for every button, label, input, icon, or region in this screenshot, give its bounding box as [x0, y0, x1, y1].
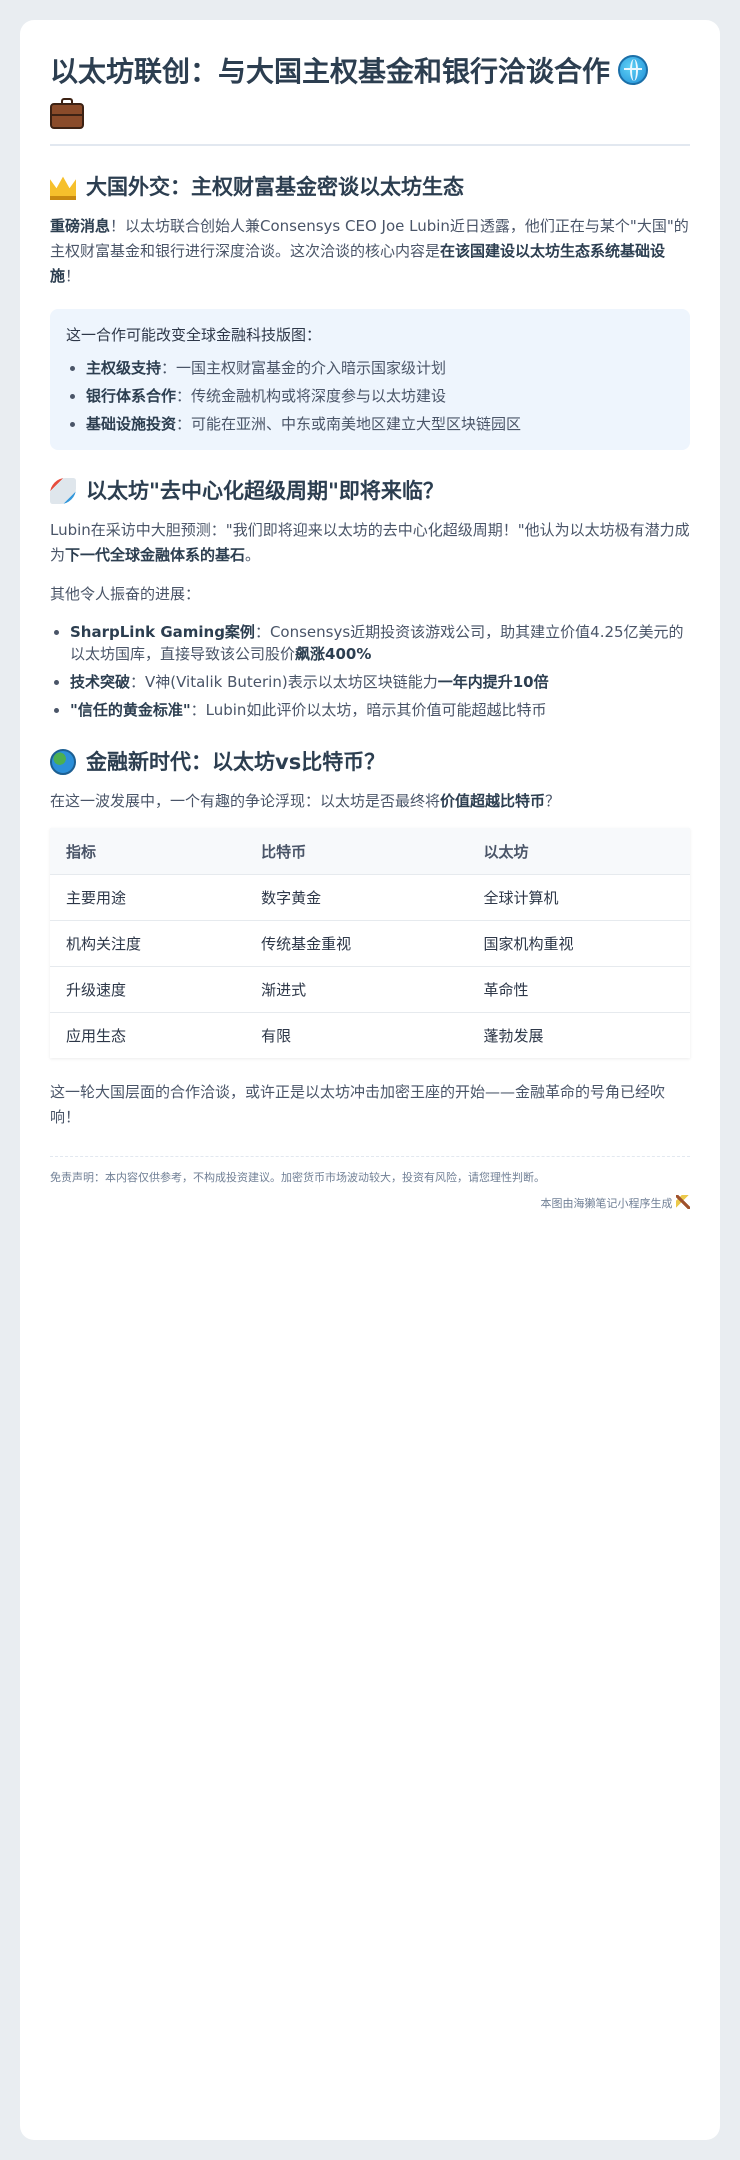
section-heading-text: 以太坊"去中心化超级周期"即将来临？ [86, 479, 444, 503]
bold-text: SharpLink Gaming案例 [70, 623, 255, 641]
list-item: 银行体系合作：传统金融机构或将深度参与以太坊建设 [86, 382, 674, 410]
rocket-icon [50, 478, 76, 504]
list-item: 技术突破：V神(Vitalik Buterin)表示以太坊区块链能力一年内提升1… [70, 671, 690, 693]
bold-text: 主权级支持 [86, 359, 162, 377]
table-row: 机构关注度 传统基金重视 国家机构重视 [50, 920, 690, 967]
list-item: SharpLink Gaming案例：Consensys近期投资该游戏公司，助其… [70, 621, 690, 665]
section-heading-text: 大国外交：主权财富基金密谈以太坊生态 [86, 175, 464, 199]
section-heading-text: 金融新时代：以太坊vs比特币？ [86, 750, 386, 774]
list-item: 基础设施投资：可能在亚洲、中东或南美地区建立大型区块链园区 [86, 410, 674, 438]
closing-paragraph: 这一轮大国层面的合作洽谈，或许正是以太坊冲击加密王座的开始——金融革命的号角已经… [50, 1083, 666, 1126]
progress-lead: 其他令人振奋的进展： [50, 585, 201, 603]
paragraph-text: 。 [245, 546, 261, 564]
table-cell: 应用生态 [50, 1012, 246, 1058]
page-title: 以太坊联创：与大国主权基金和银行洽谈合作 [50, 50, 690, 146]
table-header-cell: 指标 [50, 828, 246, 875]
progress-list: SharpLink Gaming案例：Consensys近期投资该游戏公司，助其… [50, 621, 690, 721]
table-cell: 渐进式 [245, 966, 468, 1013]
bold-text: 技术突破 [70, 673, 131, 691]
paragraph-text: 在这一波发展中，一个有趣的争论浮现：以太坊是否最终将 [50, 792, 441, 810]
bold-text: 价值超越比特币 [440, 792, 546, 810]
globe-icon [618, 55, 649, 85]
table-cell: 有限 [245, 1012, 468, 1058]
bold-text: 银行体系合作 [86, 387, 177, 405]
table-cell: 传统基金重视 [245, 920, 468, 967]
bold-text: 飙涨400% [295, 645, 372, 663]
earth-icon [50, 749, 76, 775]
bold-text: "信任的黄金标准" [70, 701, 191, 719]
table-row: 主要用途 数字黄金 全球计算机 [50, 874, 690, 921]
table-cell: 国家机构重视 [467, 920, 690, 967]
table-header-row: 指标 比特币 以太坊 [50, 828, 690, 875]
table-cell: 机构关注度 [50, 920, 246, 967]
comparison-paragraph: 在这一波发展中，一个有趣的争论浮现：以太坊是否最终将价值超越比特币？ [50, 789, 690, 814]
comparison-table: 指标 比特币 以太坊 主要用途 数字黄金 全球计算机 机构关注度 传统基金重视 … [50, 828, 690, 1058]
bold-text: 一年内提升10倍 [437, 673, 549, 691]
intro-paragraph: 重磅消息！以太坊联合创始人兼Consensys CEO Joe Lubin近日透… [50, 214, 690, 289]
page-title-text: 以太坊联创：与大国主权基金和银行洽谈合作 [50, 55, 611, 88]
table-row: 升级速度 渐进式 革命性 [50, 966, 690, 1013]
crown-icon [50, 176, 76, 200]
bold-text: 重磅消息 [50, 217, 111, 235]
highlight-callout: 这一合作可能改变全球金融科技版图： 主权级支持：一国主权财富基金的介入暗示国家级… [50, 309, 690, 450]
briefcase-icon [50, 98, 84, 129]
generated-by-note: 本图由海獭笔记小程序生成 [50, 1195, 690, 1211]
callout-lead: 这一合作可能改变全球金融科技版图： [66, 326, 322, 344]
supercycle-paragraph: Lubin在采访中大胆预测："我们即将迎来以太坊的去中心化超级周期！"他认为以太… [50, 518, 690, 568]
bold-text: 下一代全球金融体系的基石 [65, 546, 246, 564]
list-item: 主权级支持：一国主权财富基金的介入暗示国家级计划 [86, 354, 674, 382]
list-item: "信任的黄金标准"：Lubin如此评价以太坊，暗示其价值可能超越比特币 [70, 699, 690, 721]
table-header-cell: 比特币 [245, 828, 468, 875]
list-item-text: ：传统金融机构或将深度参与以太坊建设 [176, 387, 447, 405]
bold-text: 基础设施投资 [86, 415, 177, 433]
callout-list: 主权级支持：一国主权财富基金的介入暗示国家级计划 银行体系合作：传统金融机构或将… [66, 354, 674, 438]
section-heading-supercycle: 以太坊"去中心化超级周期"即将来临？ [50, 476, 690, 506]
section-heading-diplomacy: 大国外交：主权财富基金密谈以太坊生态 [50, 172, 690, 202]
table-cell: 蓬勃发展 [467, 1012, 690, 1058]
list-item-text: ：Lubin如此评价以太坊，暗示其价值可能超越比特币 [190, 701, 547, 719]
paragraph-text: ！ [65, 267, 81, 285]
table-cell: 全球计算机 [467, 874, 690, 921]
article-card: 以太坊联创：与大国主权基金和银行洽谈合作 大国外交：主权财富基金密谈以太坊生态 … [20, 20, 720, 2140]
section-heading-new-era: 金融新时代：以太坊vs比特币？ [50, 747, 690, 777]
table-cell: 革命性 [467, 966, 690, 1013]
table-cell: 主要用途 [50, 874, 246, 921]
pickaxe-icon [676, 1195, 690, 1209]
table-cell: 数字黄金 [245, 874, 468, 921]
list-item-text: ：可能在亚洲、中东或南美地区建立大型区块链园区 [176, 415, 522, 433]
table-cell: 升级速度 [50, 966, 246, 1013]
list-item-text: ：V神(Vitalik Buterin)表示以太坊区块链能力 [130, 673, 438, 691]
list-item-text: ：一国主权财富基金的介入暗示国家级计划 [161, 359, 447, 377]
table-header-cell: 以太坊 [467, 828, 690, 875]
paragraph-text: ？ [545, 792, 561, 810]
generated-by-text: 本图由海獭笔记小程序生成 [540, 1197, 673, 1210]
disclaimer: 免责声明：本内容仅供参考，不构成投资建议。加密货币市场波动较大，投资有风险，请您… [50, 1156, 690, 1187]
table-row: 应用生态 有限 蓬勃发展 [50, 1012, 690, 1058]
